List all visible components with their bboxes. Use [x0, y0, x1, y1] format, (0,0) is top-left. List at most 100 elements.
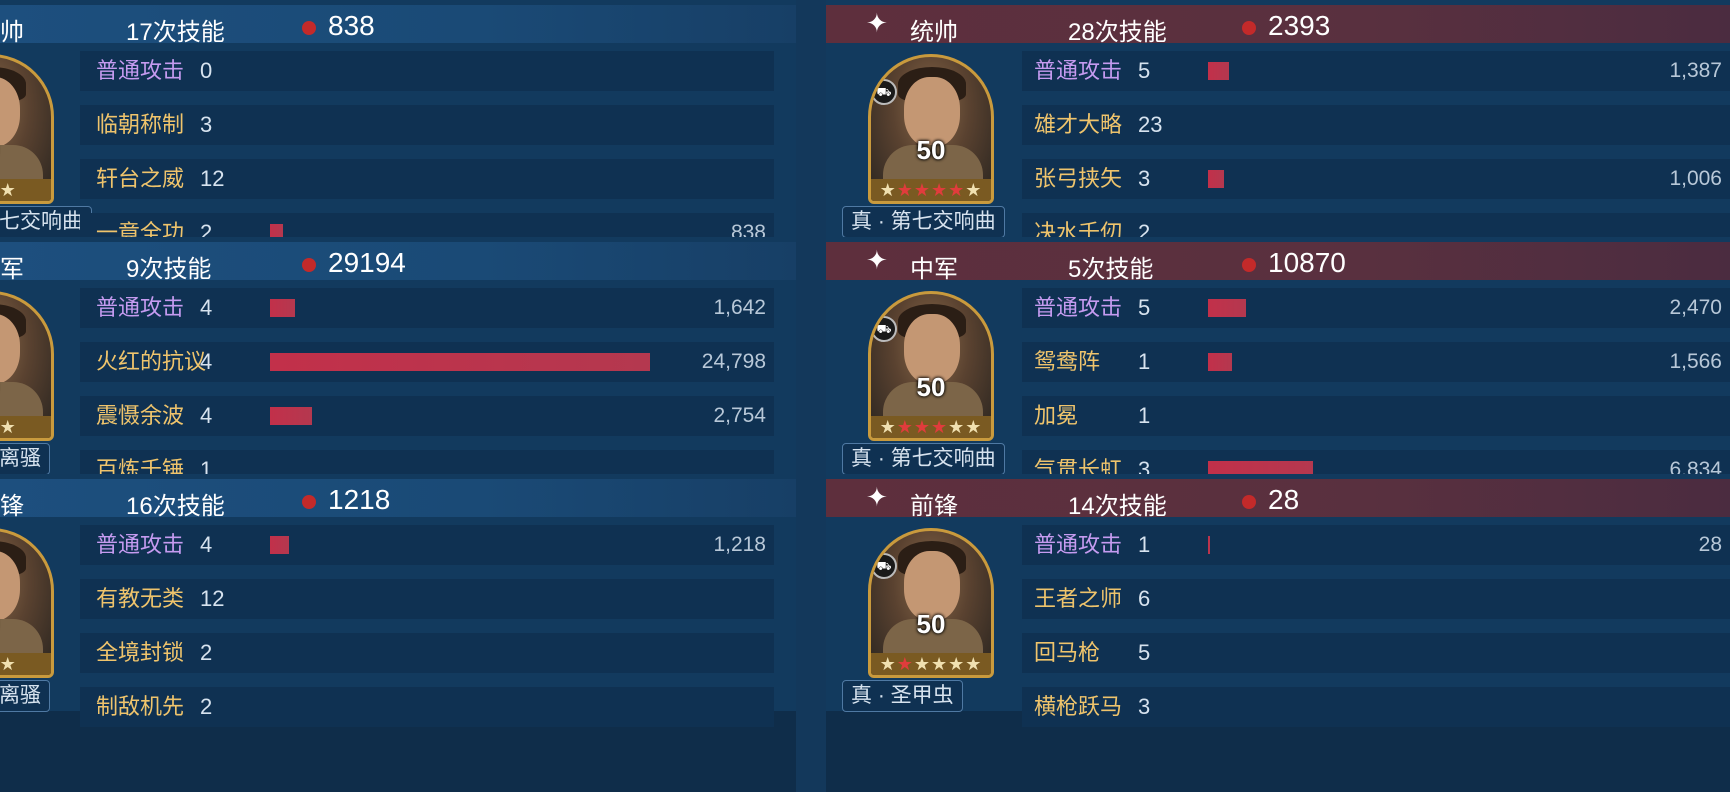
- hero-portrait[interactable]: 0 ★★★: [0, 291, 54, 441]
- total-damage: 28: [1268, 484, 1300, 515]
- star-icon: ★: [948, 654, 966, 674]
- skill-row[interactable]: 轩台之威 12: [80, 159, 774, 199]
- star-icon: ★: [948, 180, 966, 200]
- skill-damage: 24,798: [701, 350, 766, 373]
- skill-row[interactable]: 有教无类 12: [80, 579, 774, 619]
- skill-count: 0: [200, 58, 213, 83]
- star-icon: ★: [913, 180, 931, 200]
- skill-name: 震慑余波: [96, 403, 185, 428]
- team-section: ✦ 前锋 14次技能 28 ⛟ 50 ★★★★★★ 真 · 圣甲虫 普通攻击 1 28 王者之师 6 回马…: [826, 474, 1730, 727]
- red-dot-icon: [302, 495, 316, 509]
- skill-count: 4: [200, 403, 213, 428]
- red-dot-icon: [1242, 495, 1256, 509]
- section-header: ✦ 前锋 14次技能 28: [826, 479, 1730, 520]
- skill-name: 轩台之威: [96, 166, 185, 191]
- skill-row[interactable]: 普通攻击 5 2,470: [1022, 288, 1730, 328]
- skill-row[interactable]: 加冕 1: [1022, 396, 1730, 436]
- hero-level: 0: [0, 135, 51, 166]
- star-icon: ★: [913, 654, 931, 674]
- hero-portrait[interactable]: ⛟ 50 ★★★★★★: [868, 54, 994, 204]
- skill-name: 全境封锁: [96, 640, 185, 665]
- skill-row[interactable]: 制敌机先 2: [80, 687, 774, 727]
- hero-portrait[interactable]: ⛟ 50 ★★★★★★: [868, 528, 994, 678]
- skill-row[interactable]: 临朝称制 3: [80, 105, 774, 145]
- star-icon: ★: [879, 180, 897, 200]
- skill-row[interactable]: 普通攻击 4 1,218: [80, 525, 774, 565]
- skill-count: 1: [1138, 403, 1151, 428]
- sparkle-star-icon: ✦: [866, 8, 888, 38]
- star-icon: ★: [913, 417, 931, 437]
- skill-cast-count: 9次技能: [126, 256, 212, 283]
- skill-name: 鸳鸯阵: [1034, 349, 1101, 374]
- team-section: ✦ 统帅 28次技能 2393 ⛟ 50 ★★★★★★ 真 · 第七交响曲 普通攻击 5 1,387…: [826, 0, 1730, 253]
- skill-row[interactable]: 普通攻击 4 1,642: [80, 288, 774, 328]
- team-section: 军9次技能291940★★★离骚普通攻击41,642火红的抗议424,798震慑…: [0, 237, 796, 490]
- damage-bar: [1208, 170, 1224, 188]
- skill-name: 张弓挟矢: [1034, 166, 1123, 191]
- skill-name: 普通攻击: [96, 295, 185, 320]
- skill-cast-count: 17次技能: [126, 19, 225, 46]
- skill-row[interactable]: 普通攻击 1 28: [1022, 525, 1730, 565]
- skill-row[interactable]: 普通攻击 5 1,387: [1022, 51, 1730, 91]
- equipment-label[interactable]: 真 · 圣甲虫: [842, 680, 963, 712]
- skill-count: 1: [1138, 532, 1151, 557]
- star-icon: ★: [896, 654, 914, 674]
- total-damage: 838: [328, 10, 375, 41]
- skill-name: 火红的抗议: [96, 349, 207, 374]
- skill-name: 普通攻击: [96, 532, 185, 557]
- star-icon: ★: [0, 417, 17, 437]
- position-label: 锋: [0, 493, 24, 520]
- skill-row[interactable]: 全境封锁 2: [80, 633, 774, 673]
- star-icon: ★: [965, 654, 983, 674]
- hero-star-rating: ★★★★★★: [871, 416, 991, 438]
- skill-count: 6: [1138, 586, 1151, 611]
- hero-star-rating: ★★★★★★: [871, 653, 991, 675]
- hero-portrait[interactable]: ⛟ 50 ★★★★★★: [868, 291, 994, 441]
- skill-row[interactable]: 回马枪 5: [1022, 633, 1730, 673]
- skill-count: 2: [200, 640, 213, 665]
- equipment-label[interactable]: 离骚: [0, 680, 50, 712]
- skill-row[interactable]: 横枪跃马 3: [1022, 687, 1730, 727]
- sparkle-star-icon: ✦: [866, 245, 888, 275]
- hero-portrait[interactable]: 0 ★★★: [0, 54, 54, 204]
- left-team-panel: 帅17次技能8380★★★七交响曲普通攻击0临朝称制3轩台之威12一竟全功283…: [0, 0, 796, 792]
- damage-bar: [270, 299, 295, 317]
- skill-row[interactable]: 鸳鸯阵 1 1,566: [1022, 342, 1730, 382]
- skill-row[interactable]: 王者之师 6: [1022, 579, 1730, 619]
- skill-row[interactable]: 普通攻击 0: [80, 51, 774, 91]
- skill-damage: 28: [1698, 533, 1722, 556]
- skill-row[interactable]: 火红的抗议 4 24,798: [80, 342, 774, 382]
- section-header: ✦ 中军 5次技能 10870: [826, 242, 1730, 283]
- sparkle-star-icon: ✦: [866, 482, 888, 512]
- section-header: 锋 16次技能 1218: [0, 479, 796, 520]
- skill-damage: 2,470: [1669, 296, 1722, 319]
- skill-name: 临朝称制: [96, 112, 185, 137]
- equipment-label[interactable]: 真 · 第七交响曲: [842, 443, 1005, 475]
- equipment-label[interactable]: 真 · 第七交响曲: [842, 206, 1005, 238]
- skill-count: 3: [1138, 694, 1151, 719]
- position-label: 中军: [910, 256, 958, 283]
- skill-count: 23: [1138, 112, 1163, 137]
- skill-cast-count: 28次技能: [1068, 19, 1167, 46]
- hero-level: 50: [916, 135, 946, 165]
- skill-count: 5: [1138, 640, 1151, 665]
- team-section: 锋16次技能1218 0★★★离骚 普通攻击41,218 有教无类12 全境封锁 2 制敌机…: [0, 474, 796, 727]
- skill-row[interactable]: 震慑余波 4 2,754: [80, 396, 774, 436]
- section-header: 军 9次技能 29194: [0, 242, 796, 283]
- equipment-label[interactable]: 离骚: [0, 443, 50, 475]
- skill-name: 回马枪: [1034, 640, 1101, 665]
- skill-name: 制敌机先: [96, 694, 185, 719]
- red-dot-icon: [302, 258, 316, 272]
- damage-bar: [270, 353, 650, 371]
- skill-row[interactable]: 张弓挟矢 3 1,006: [1022, 159, 1730, 199]
- hero-portrait[interactable]: 0 ★★★: [0, 528, 54, 678]
- skill-damage: 1,006: [1669, 167, 1722, 190]
- hero-level: 0: [0, 372, 51, 403]
- skill-damage: 1,387: [1669, 59, 1722, 82]
- star-icon: ★: [931, 654, 949, 674]
- skill-damage: 1,566: [1669, 350, 1722, 373]
- equipment-label[interactable]: 七交响曲: [0, 206, 92, 238]
- skill-damage: 1,218: [713, 533, 766, 556]
- team-section: ✦ 中军 5次技能 10870 ⛟ 50 ★★★★★★ 真 · 第七交响曲 普通攻击 5 2,470…: [826, 237, 1730, 490]
- skill-row[interactable]: 雄才大略 23: [1022, 105, 1730, 145]
